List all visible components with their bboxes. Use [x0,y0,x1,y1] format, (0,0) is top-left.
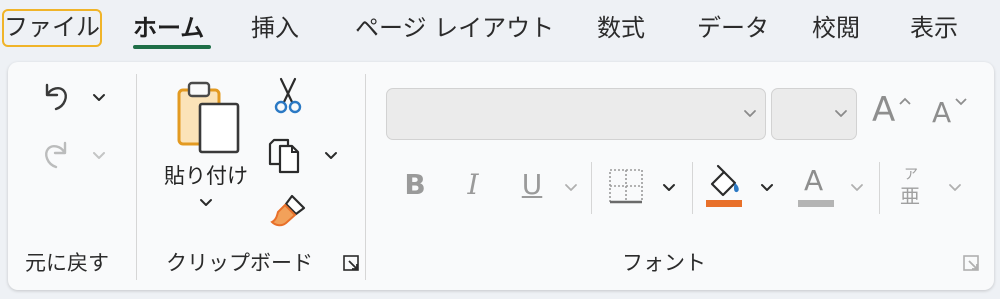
ribbon-panel: 元に戻す 貼り付け クリップボード A A B I U A ア 亜 フォント [8,62,994,290]
format-painter-brush-icon [270,194,306,227]
borders-dropdown-chevron-icon[interactable] [660,179,678,197]
phonetic-guide-button[interactable]: ア 亜 [898,164,928,210]
group-label-clipboard: クリップボード [166,251,313,275]
format-painter-button[interactable] [268,192,310,232]
increase-font-size-glyph: A [872,90,896,130]
caret-up-icon [899,97,911,105]
font-color-dropdown-chevron-icon[interactable] [848,179,866,197]
decrease-font-size-glyph: A [932,96,952,129]
fill-color-button[interactable] [704,162,744,208]
font-name-combobox[interactable] [386,88,766,140]
font-color-glyph: A [804,164,824,197]
underline-button[interactable]: U [515,168,549,201]
borders-button[interactable] [606,166,646,206]
group-separator [365,74,366,280]
redo-dropdown-chevron-icon[interactable] [90,147,108,165]
paste-button[interactable]: 貼り付け [154,74,258,224]
scissors-icon [274,77,302,114]
separator [591,162,592,214]
paste-clipboard-icon [177,81,240,154]
font-size-combobox[interactable] [771,88,857,140]
chevron-down-icon [744,110,756,117]
separator [879,162,880,214]
clipboard-dialog-launcher-icon[interactable] [342,254,362,274]
chevron-down-icon [835,110,847,117]
tab-data[interactable]: データ [697,9,769,47]
redo-icon [45,141,67,169]
copy-dropdown-chevron-icon[interactable] [322,147,340,165]
phonetic-guide-dropdown-chevron-icon[interactable] [946,179,964,197]
group-label-font: フォント [622,251,706,275]
font-color-swatch [798,200,834,207]
tab-file[interactable]: ファイル [2,9,102,47]
undo-button[interactable] [36,76,76,116]
tab-formulas[interactable]: 数式 [597,9,645,47]
cut-button[interactable] [270,76,306,116]
tab-page-layout[interactable]: ページ レイアウト [355,9,554,47]
paste-dropdown-chevron-icon [200,199,212,206]
tab-view[interactable]: 表示 [910,9,958,47]
increase-font-size-button[interactable]: A [870,90,914,134]
paint-bucket-icon [706,164,742,207]
underline-dropdown-chevron-icon[interactable] [562,179,580,197]
active-tab-indicator [133,45,211,49]
tab-insert[interactable]: 挿入 [251,9,299,47]
copy-icon [268,138,300,174]
tab-home[interactable]: ホーム [133,9,204,47]
font-color-button[interactable]: A [796,162,836,208]
group-separator [136,74,137,280]
tab-review[interactable]: 校閲 [812,9,860,47]
font-dialog-launcher-icon[interactable] [962,254,982,274]
fill-color-dropdown-chevron-icon[interactable] [758,179,776,197]
separator [692,162,693,214]
caret-down-icon [955,98,967,106]
undo-dropdown-chevron-icon[interactable] [90,89,108,107]
italic-button[interactable]: I [456,168,490,201]
undo-icon [45,83,67,111]
borders-icon [609,169,643,204]
redo-button[interactable] [36,134,76,174]
paste-label: 貼り付け [164,164,248,188]
decrease-font-size-button[interactable]: A [930,94,974,138]
group-label-undo: 元に戻す [25,251,109,275]
phonetic-guide-bottom: 亜 [900,184,920,208]
copy-button[interactable] [266,134,310,176]
bold-button[interactable]: B [398,168,432,201]
ribbon-tab-bar: ファイル ホーム 挿入 ページ レイアウト 数式 データ 校閲 表示 [0,0,1000,58]
